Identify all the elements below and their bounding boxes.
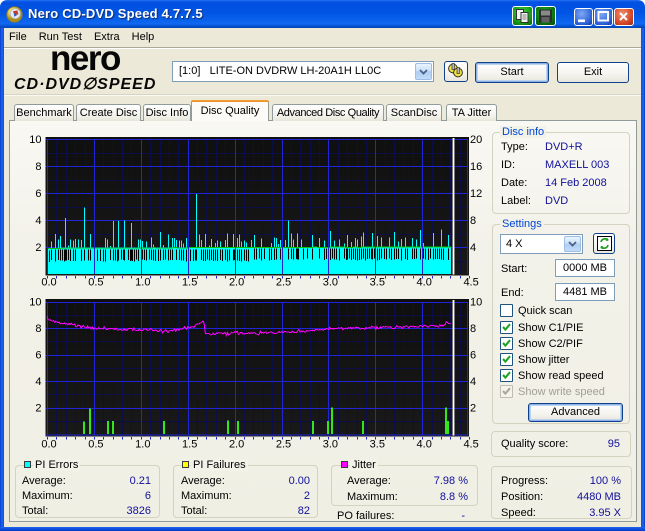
svg-text:4.5: 4.5 — [463, 277, 478, 289]
svg-text:4.0: 4.0 — [417, 439, 432, 451]
svg-text:20: 20 — [470, 134, 482, 146]
svg-text:0.0: 0.0 — [41, 277, 56, 289]
svg-text:4.0: 4.0 — [417, 277, 432, 289]
svg-text:4: 4 — [470, 376, 476, 388]
svg-text:12: 12 — [470, 188, 482, 200]
svg-text:8: 8 — [470, 323, 476, 335]
svg-text:2.5: 2.5 — [276, 277, 291, 289]
svg-text:1.0: 1.0 — [135, 277, 150, 289]
svg-text:1.5: 1.5 — [182, 277, 197, 289]
svg-text:2: 2 — [470, 403, 476, 415]
svg-text:4: 4 — [35, 215, 41, 227]
svg-text:8: 8 — [35, 323, 41, 335]
svg-text:3.0: 3.0 — [323, 439, 338, 451]
svg-text:4: 4 — [470, 242, 476, 254]
svg-text:2: 2 — [35, 403, 41, 415]
svg-text:2.5: 2.5 — [276, 439, 291, 451]
svg-text:3.0: 3.0 — [323, 277, 338, 289]
svg-text:0.5: 0.5 — [88, 439, 103, 451]
svg-text:6: 6 — [470, 350, 476, 362]
svg-text:2.0: 2.0 — [229, 439, 244, 451]
svg-text:0.0: 0.0 — [41, 439, 56, 451]
svg-text:10: 10 — [29, 297, 41, 309]
svg-text:10: 10 — [470, 297, 482, 309]
svg-text:10: 10 — [29, 134, 41, 146]
svg-text:4: 4 — [35, 376, 41, 388]
svg-text:2.0: 2.0 — [229, 277, 244, 289]
svg-text:0.5: 0.5 — [88, 277, 103, 289]
svg-text:3.5: 3.5 — [370, 277, 385, 289]
svg-text:4.5: 4.5 — [463, 439, 478, 451]
svg-text:16: 16 — [470, 161, 482, 173]
svg-text:6: 6 — [35, 350, 41, 362]
svg-text:8: 8 — [470, 215, 476, 227]
svg-text:6: 6 — [35, 188, 41, 200]
svg-text:8: 8 — [35, 161, 41, 173]
svg-text:1.0: 1.0 — [135, 439, 150, 451]
svg-text:1.5: 1.5 — [182, 439, 197, 451]
svg-text:3.5: 3.5 — [370, 439, 385, 451]
svg-text:2: 2 — [35, 242, 41, 254]
